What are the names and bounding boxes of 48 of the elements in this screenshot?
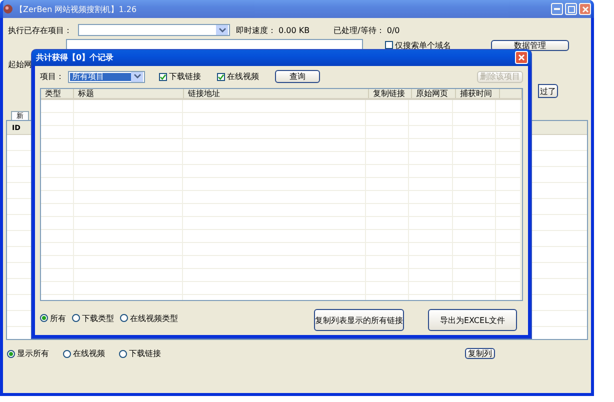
app-icon [3, 4, 13, 14]
query-button[interactable]: 查询 [275, 70, 320, 84]
checkbox-label: 下载链接 [169, 71, 201, 82]
radio-label: 下载链接 [129, 348, 161, 359]
column-header: 链接地址 [184, 88, 369, 98]
column-header: 类型 [41, 88, 74, 98]
radio-button[interactable] [119, 350, 127, 358]
dialog-title: 共计获得【0】个记录 [36, 52, 115, 64]
project-label: 执行已存在项目： [8, 24, 72, 36]
radio-label: 下载类型 [82, 312, 114, 324]
speed-readout: 即时速度： 0.00 KB [236, 24, 310, 36]
minimize-button[interactable] [551, 3, 563, 15]
radio-button[interactable] [40, 314, 48, 322]
column-header: 标题 [74, 88, 184, 98]
checkbox[interactable] [217, 72, 225, 81]
close-icon [582, 6, 588, 12]
caret-icon [218, 28, 226, 32]
progress-readout: 已处理/等待： 0/0 [334, 24, 400, 36]
column-header: 原始网页 [412, 88, 456, 98]
side-button[interactable]: 过了 [538, 84, 558, 98]
close-button[interactable] [515, 51, 528, 64]
column-header: 捕获时间 [456, 88, 500, 98]
copy-button[interactable]: 复制列 [465, 348, 495, 359]
project-label: 项目： [40, 71, 64, 82]
project-dropdown[interactable]: 所有项目 [68, 70, 145, 83]
maximize-button[interactable] [565, 3, 577, 15]
minimize-icon [554, 8, 560, 10]
radio-button[interactable] [72, 314, 80, 322]
checkbox-label: 在线视频 [227, 71, 259, 82]
window-title: 【ZerBen 网站视频搜割机】1.26 [15, 4, 138, 14]
radio-button[interactable] [7, 350, 15, 358]
radio-button[interactable] [63, 350, 71, 358]
checkbox[interactable] [159, 72, 167, 81]
radio-label: 显示所有 [17, 348, 49, 359]
copy-links-button[interactable]: 复制列表显示的所有链接 [314, 309, 404, 331]
export-button[interactable]: 导出为EXCEL文件 [428, 309, 517, 331]
column-header: 复制链接 [369, 88, 412, 98]
maximize-icon [568, 6, 574, 12]
radio-label: 在线视频 [73, 348, 105, 359]
checkbox[interactable] [385, 41, 393, 49]
data-manage-button[interactable]: 数据管理 [491, 40, 569, 50]
radio-label: 在线视频类型 [130, 312, 178, 324]
radio-label: 所有 [50, 312, 66, 324]
radio-button[interactable] [120, 314, 128, 322]
start-url-label: 起始网 [8, 58, 32, 70]
caret-icon [134, 74, 140, 80]
close-icon [518, 54, 525, 62]
checkbox-label: 仅搜索单个域名 [395, 40, 451, 50]
